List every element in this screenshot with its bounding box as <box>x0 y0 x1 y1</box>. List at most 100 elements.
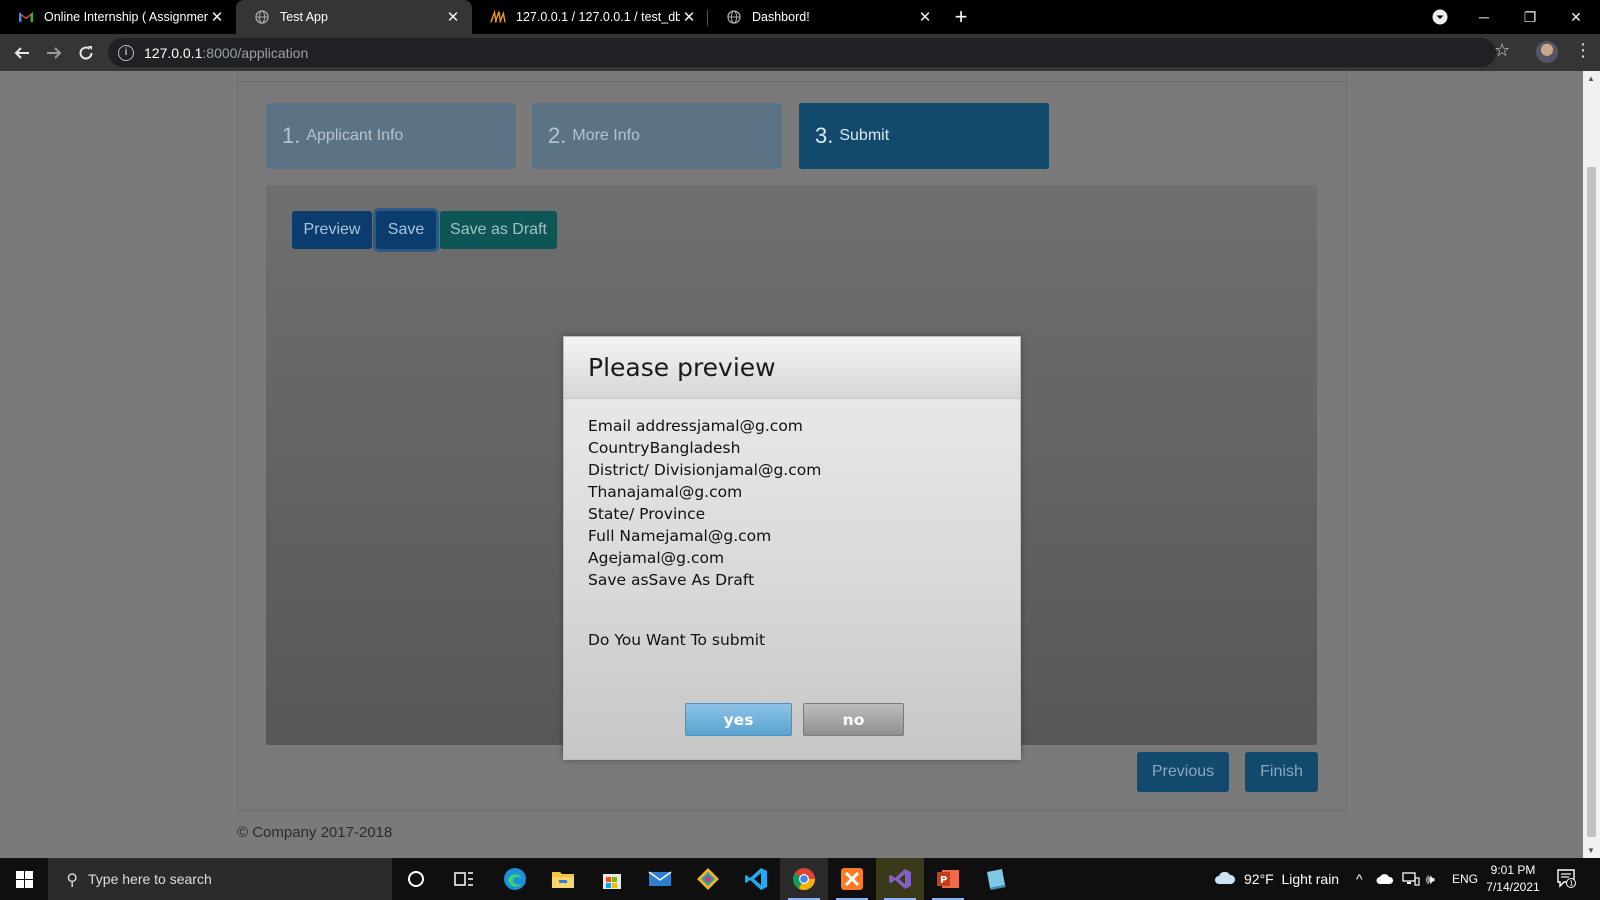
tab-title: Test App <box>280 10 328 24</box>
globe-icon <box>726 9 742 25</box>
tab-gmail[interactable]: Online Internship ( Assignment # ✕ <box>0 0 236 34</box>
tab-search-icon[interactable] <box>1418 0 1462 34</box>
show-hidden-icons[interactable]: ^ <box>1356 858 1363 900</box>
profile-avatar[interactable] <box>1536 41 1558 63</box>
chrome-icon[interactable] <box>780 858 828 900</box>
search-placeholder: Type here to search <box>88 871 212 887</box>
preview-line: Full Namejamal@g.com <box>588 527 772 545</box>
notepad-icon[interactable] <box>972 858 1020 900</box>
weather-widget[interactable]: 92°F Light rain <box>1214 858 1339 900</box>
svg-text:P: P <box>940 875 947 886</box>
preview-line: CountryBangladesh <box>588 439 741 457</box>
save-button[interactable]: Save <box>376 211 436 249</box>
network-icon[interactable] <box>1402 858 1420 900</box>
step-number: 2. <box>548 123 567 148</box>
close-tab-icon[interactable]: ✕ <box>916 8 934 26</box>
page-scrollbar[interactable]: ▲ ▼ <box>1583 71 1600 858</box>
dialog-question: Do You Want To submit <box>588 631 766 649</box>
xampp-icon[interactable] <box>828 858 876 900</box>
edge-icon[interactable] <box>491 858 539 900</box>
step-more-info[interactable]: 2. More Info <box>532 103 782 169</box>
task-view-icon[interactable] <box>440 858 488 900</box>
start-button[interactable] <box>0 858 48 900</box>
tab-title: Online Internship ( Assignment # <box>44 10 208 24</box>
restore-button[interactable]: ❐ <box>1508 0 1552 34</box>
taskbar-clock[interactable]: 9:01 PM 7/14/2021 <box>1478 862 1548 896</box>
preview-button[interactable]: Preview <box>292 211 372 249</box>
footer-copyright: © Company 2017-2018 <box>237 824 393 841</box>
clock-date: 7/14/2021 <box>1486 880 1540 894</box>
step-label: More Info <box>572 127 640 144</box>
scrollbar-thumb[interactable] <box>1587 167 1596 837</box>
finish-button[interactable]: Finish <box>1245 752 1318 792</box>
close-tab-icon[interactable]: ✕ <box>680 8 698 26</box>
onedrive-icon[interactable] <box>1376 858 1394 900</box>
cloud-rain-icon <box>1214 870 1236 889</box>
vscode-icon[interactable] <box>732 858 780 900</box>
save-as-draft-button[interactable]: Save as Draft <box>440 211 557 249</box>
microsoft-store-icon[interactable] <box>588 858 636 900</box>
clock-time: 9:01 PM <box>1490 863 1536 877</box>
preview-line: Email addressjamal@g.com <box>588 417 803 435</box>
step-applicant-info[interactable]: 1. Applicant Info <box>266 103 516 169</box>
site-info-icon[interactable]: i <box>118 44 134 61</box>
browser-tab-strip: Online Internship ( Assignment # ✕ Test … <box>0 0 1600 34</box>
cortana-icon[interactable] <box>392 858 440 900</box>
preview-line: Thanajamal@g.com <box>588 483 743 501</box>
weather-text: 92°F Light rain <box>1244 871 1340 887</box>
mail-icon[interactable] <box>636 858 684 900</box>
previous-button[interactable]: Previous <box>1137 752 1229 792</box>
notification-count: 1 <box>1569 880 1573 888</box>
close-tab-icon[interactable]: ✕ <box>208 8 226 26</box>
close-window-button[interactable]: ✕ <box>1554 0 1598 34</box>
dialog-title: Please preview <box>588 353 776 382</box>
git-kraken-icon[interactable] <box>684 858 732 900</box>
gmail-icon <box>18 9 34 25</box>
visual-studio-icon[interactable] <box>876 858 924 900</box>
search-icon: ⚲ <box>66 872 78 889</box>
back-arrow-icon[interactable] <box>6 37 38 69</box>
url-host: 127.0.0.1 <box>144 44 203 61</box>
close-tab-icon[interactable]: ✕ <box>444 8 462 26</box>
step-number: 3. <box>815 123 834 148</box>
preview-line: Agejamal@g.com <box>588 549 725 567</box>
windows-logo-icon <box>15 870 33 888</box>
notification-center-icon[interactable]: 1 <box>1556 868 1578 890</box>
no-button[interactable]: no <box>803 703 904 736</box>
preview-line: Save asSave As Draft <box>588 571 755 589</box>
taskbar-search-box[interactable]: ⚲ Type here to search <box>48 858 392 900</box>
phpmyadmin-icon <box>490 9 506 25</box>
yes-button[interactable]: yes <box>685 703 792 736</box>
file-explorer-icon[interactable] <box>539 858 587 900</box>
powerpoint-icon[interactable]: P <box>924 858 972 900</box>
globe-icon <box>254 9 270 25</box>
tab-test-app[interactable]: Test App ✕ <box>236 0 472 34</box>
preview-line: District/ Divisionjamal@g.com <box>588 461 822 479</box>
reload-icon[interactable] <box>70 37 102 69</box>
minimize-button[interactable]: ─ <box>1462 0 1506 34</box>
tab-title: Dashbord! <box>752 10 810 24</box>
step-label: Submit <box>839 127 890 144</box>
tab-dashbord[interactable]: Dashbord! ✕ <box>708 0 944 34</box>
dialog-header: Please preview <box>564 337 1020 399</box>
tab-phpmyadmin[interactable]: 127.0.0.1 / 127.0.0.1 / test_db / st ✕ <box>472 0 708 34</box>
browser-menu-icon[interactable]: ⋮ <box>1574 40 1592 61</box>
browser-toolbar: i 127.0.0.1:8000/application <box>0 34 1600 71</box>
step-submit[interactable]: 3. Submit <box>799 103 1049 169</box>
preview-line: State/ Province <box>588 505 706 523</box>
windows-taskbar: ⚲ Type here to search P 92°F Light rain … <box>0 858 1600 900</box>
preview-dialog: Please preview Email addressjamal@g.com … <box>563 336 1021 760</box>
bookmark-star-icon[interactable]: ☆ <box>1494 40 1510 61</box>
volume-icon[interactable]: 🕪 <box>1426 858 1435 900</box>
language-indicator[interactable]: ENG <box>1452 858 1478 900</box>
step-number: 1. <box>282 123 301 148</box>
tab-title: 127.0.0.1 / 127.0.0.1 / test_db / st <box>516 10 680 24</box>
scroll-up-icon[interactable]: ▲ <box>1587 74 1595 83</box>
scroll-down-icon[interactable]: ▼ <box>1587 846 1595 855</box>
dialog-body: Email addressjamal@g.com CountryBanglade… <box>564 399 1020 591</box>
address-bar[interactable]: i 127.0.0.1:8000/application <box>108 38 1496 67</box>
forward-arrow-icon[interactable] <box>38 37 70 69</box>
url-path: :8000/application <box>202 44 309 61</box>
new-tab-button[interactable]: + <box>944 0 978 34</box>
step-label: Applicant Info <box>306 127 404 144</box>
